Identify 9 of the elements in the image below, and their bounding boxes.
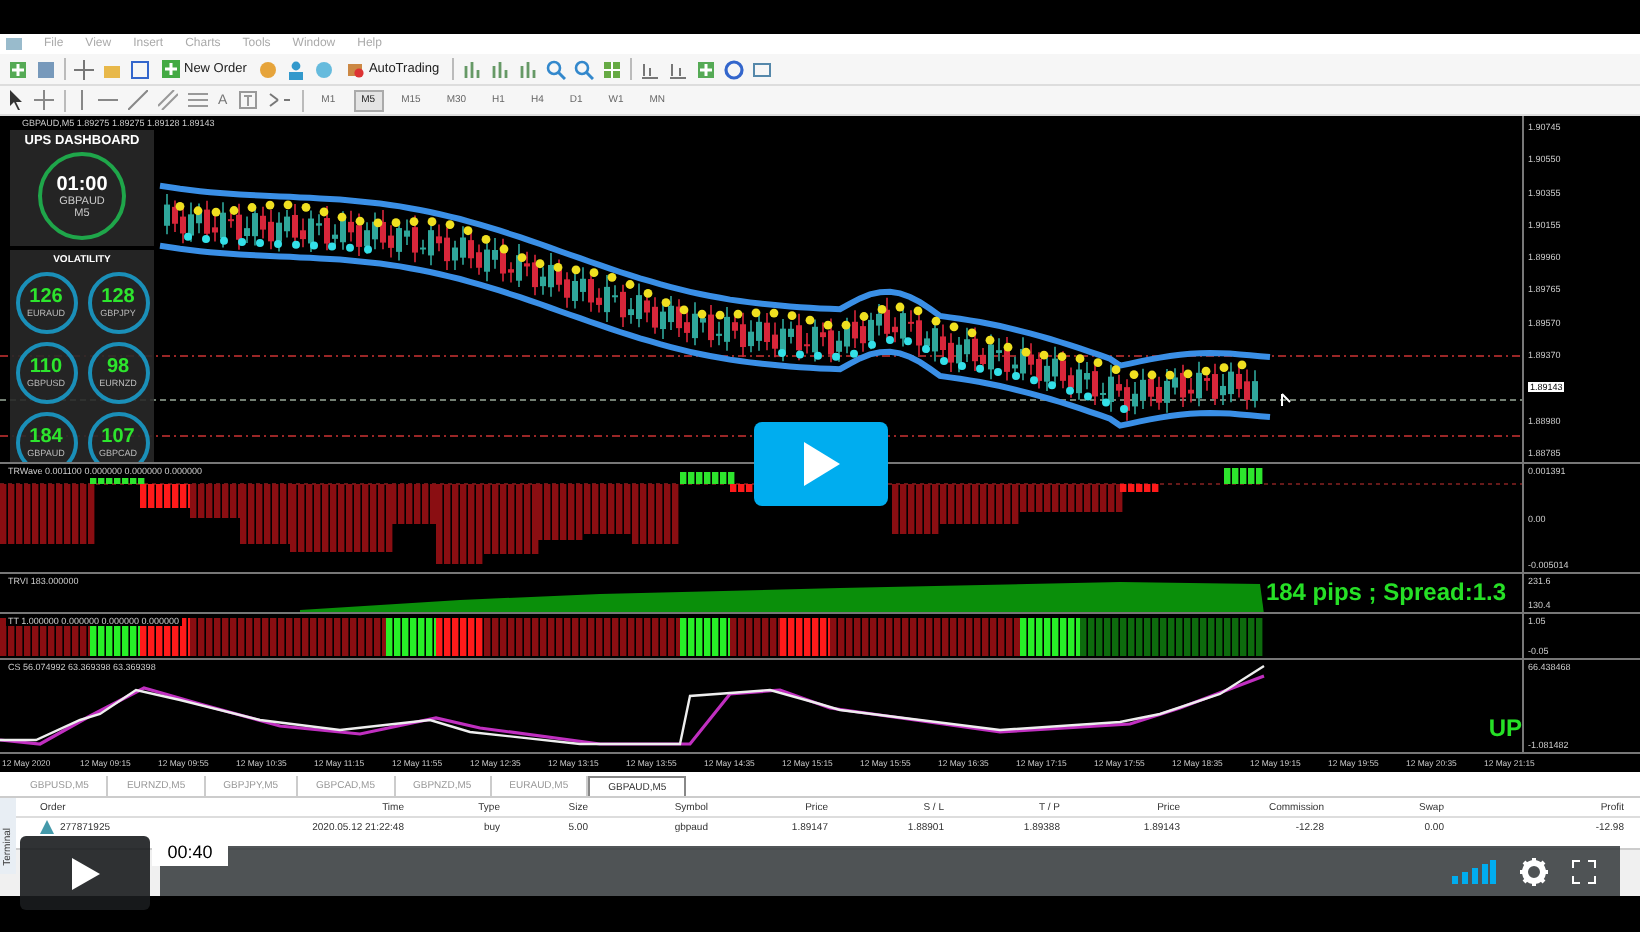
indicator-overlay-text: 184 pips ; Spread:1.3 [1265,578,1506,608]
indicator-overlay-text: UP [1488,714,1522,744]
gauge-value: 110 [29,358,63,378]
timer-text: 01:00 [56,173,108,195]
gauge-value: 98 [106,358,130,378]
gauge-value: 107 [101,428,135,448]
gauge-value: 126 [29,288,63,308]
gauge-value: 184 [29,428,63,448]
gauge-value: 128 [101,288,135,308]
